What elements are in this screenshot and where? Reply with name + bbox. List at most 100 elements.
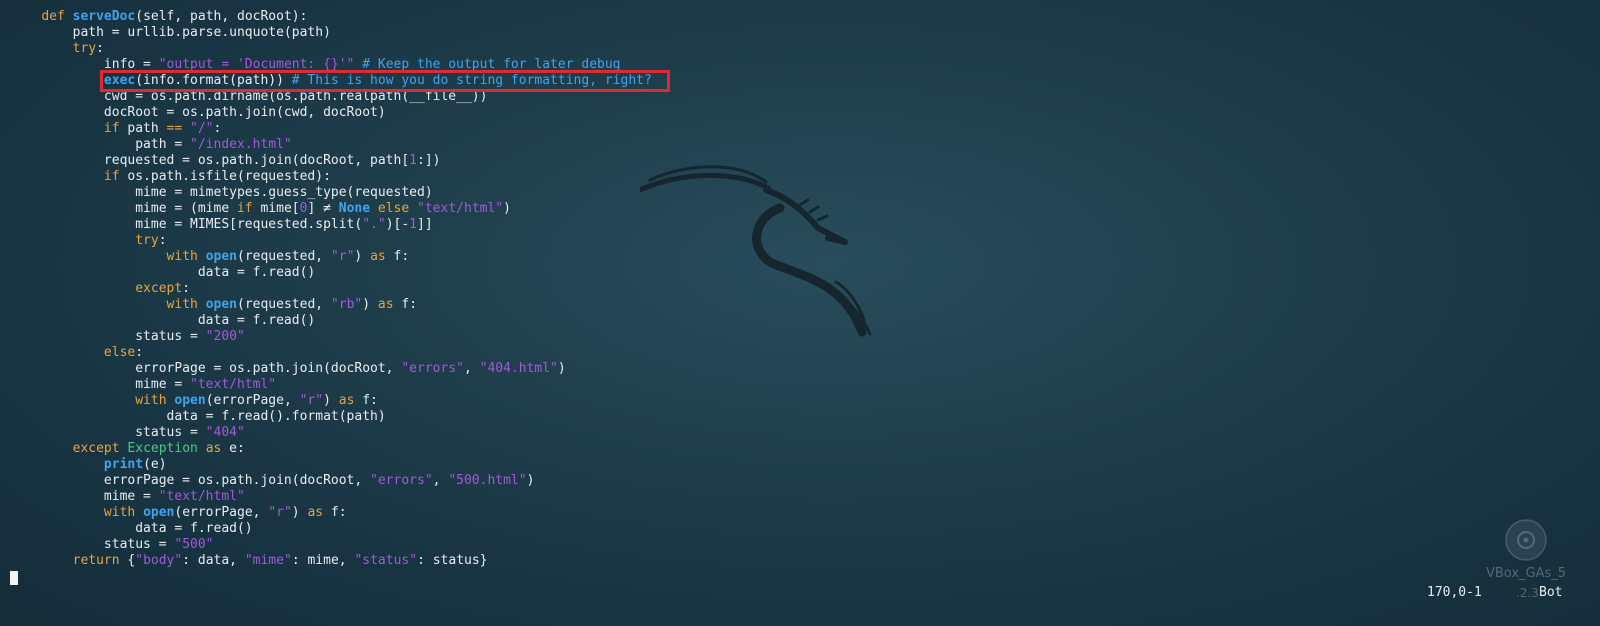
code-token: == xyxy=(166,121,183,136)
code-token: "status" xyxy=(354,553,418,568)
terminal-window: { "colors": { "background": "#1f3e4c", "… xyxy=(0,0,1600,626)
code-token: "errors" xyxy=(370,473,433,488)
code-token: except xyxy=(135,281,183,296)
code-line: with open(requested, "rb") as f: xyxy=(10,297,1350,313)
code-token: as xyxy=(338,393,355,408)
code-token: if xyxy=(103,169,120,184)
code-token: ]] xyxy=(417,217,433,232)
code-line: path = urllib.parse.unquote(path) xyxy=(10,25,1350,41)
code-token: "r" xyxy=(330,249,355,264)
code-line: path = "/index.html" xyxy=(10,137,1350,153)
code-token: status = xyxy=(10,537,175,552)
code-token: as xyxy=(377,297,394,312)
code-token: )[- xyxy=(385,217,410,232)
code-token: mime = (mime xyxy=(10,201,237,216)
code-token: e: xyxy=(221,441,245,456)
code-token: ) xyxy=(557,361,566,376)
code-line: try: xyxy=(10,41,1350,57)
code-line: if os.path.isfile(requested): xyxy=(10,169,1350,185)
code-token: 1 xyxy=(409,217,417,232)
code-token: { xyxy=(119,553,136,568)
code-token: with xyxy=(166,249,198,264)
code-token: path = xyxy=(10,137,191,152)
code-token: "text/html" xyxy=(417,201,504,216)
code-token: data = f.read() xyxy=(10,313,316,328)
code-line: mime = "text/html" xyxy=(10,489,1350,505)
code-token: : mime, xyxy=(291,553,355,568)
code-token: (e) xyxy=(143,457,167,472)
code-token: with xyxy=(135,393,167,408)
code-token: Exception xyxy=(127,441,198,456)
code-token: mime = xyxy=(10,377,191,392)
code-line: mime = (mime if mime[0] ≠ None else "tex… xyxy=(10,201,1350,217)
code-token: ) xyxy=(362,297,378,312)
code-token: as xyxy=(205,441,222,456)
code-token: : status} xyxy=(417,553,488,568)
code-token: errorPage = os.path.join(docRoot, xyxy=(10,473,371,488)
code-line: def serveDoc(self, path, docRoot): xyxy=(10,9,1350,25)
code-token: "/index.html" xyxy=(190,137,292,152)
code-token: :]) xyxy=(417,153,441,168)
code-token: open xyxy=(205,249,237,264)
code-token: errorPage = os.path.join(docRoot, xyxy=(10,361,402,376)
code-token: ] ≠ xyxy=(307,201,339,216)
code-token: ) xyxy=(354,249,371,264)
code-token: try xyxy=(72,41,97,56)
code-line: data = f.read().format(path) xyxy=(10,409,1350,425)
code-token: (errorPage, xyxy=(174,505,269,520)
code-token: (requested, xyxy=(237,249,331,264)
code-line: with open(requested, "r") as f: xyxy=(10,249,1350,265)
code-token: else xyxy=(377,201,410,216)
code-token: None xyxy=(338,201,371,216)
code-line: except Exception as e: xyxy=(10,441,1350,457)
code-token: "/" xyxy=(190,121,214,136)
code-token: "errors" xyxy=(401,361,464,376)
code-token: path xyxy=(119,121,167,136)
code-line: mime = mimetypes.guess_type(requested) xyxy=(10,185,1350,201)
code-token: data = f.read().format(path) xyxy=(10,409,386,424)
code-token: "." xyxy=(362,217,386,232)
code-token: os.path.isfile(requested): xyxy=(119,169,331,184)
code-line: status = "200" xyxy=(10,329,1350,345)
highlight-annotation xyxy=(100,70,670,92)
code-token: print xyxy=(103,457,144,472)
code-token: "200" xyxy=(205,329,245,344)
vbox-guest-additions-disc-icon xyxy=(1505,519,1547,561)
code-token: requested = os.path.join(docRoot, path[ xyxy=(10,153,410,168)
code-token: except xyxy=(72,441,120,456)
code-token: : xyxy=(135,345,144,360)
code-token: "500" xyxy=(174,537,214,552)
code-token: f: xyxy=(393,297,418,312)
code-token: : xyxy=(158,233,167,248)
code-token: f: xyxy=(354,393,378,408)
code-token: path = urllib.parse.unquote(path) xyxy=(10,25,331,40)
code-token: : xyxy=(213,121,222,136)
code-token: "text/html" xyxy=(190,377,277,392)
code-token: "mime" xyxy=(244,553,292,568)
code-line: else: xyxy=(10,345,1350,361)
code-token: open xyxy=(143,505,175,520)
code-token: with xyxy=(166,297,198,312)
code-editor[interactable]: def serveDoc(self, path, docRoot): path … xyxy=(10,9,1350,569)
desktop-icon-label-version: .2.3 xyxy=(1516,586,1539,600)
code-token: "404.html" xyxy=(479,361,558,376)
code-token: ) xyxy=(503,201,511,216)
code-token: : data, xyxy=(182,553,245,568)
code-token: else xyxy=(103,345,136,360)
code-line: data = f.read() xyxy=(10,313,1350,329)
code-line: status = "500" xyxy=(10,537,1350,553)
code-token: docRoot = os.path.join(cwd, docRoot) xyxy=(10,105,386,120)
code-token: , xyxy=(432,473,449,488)
